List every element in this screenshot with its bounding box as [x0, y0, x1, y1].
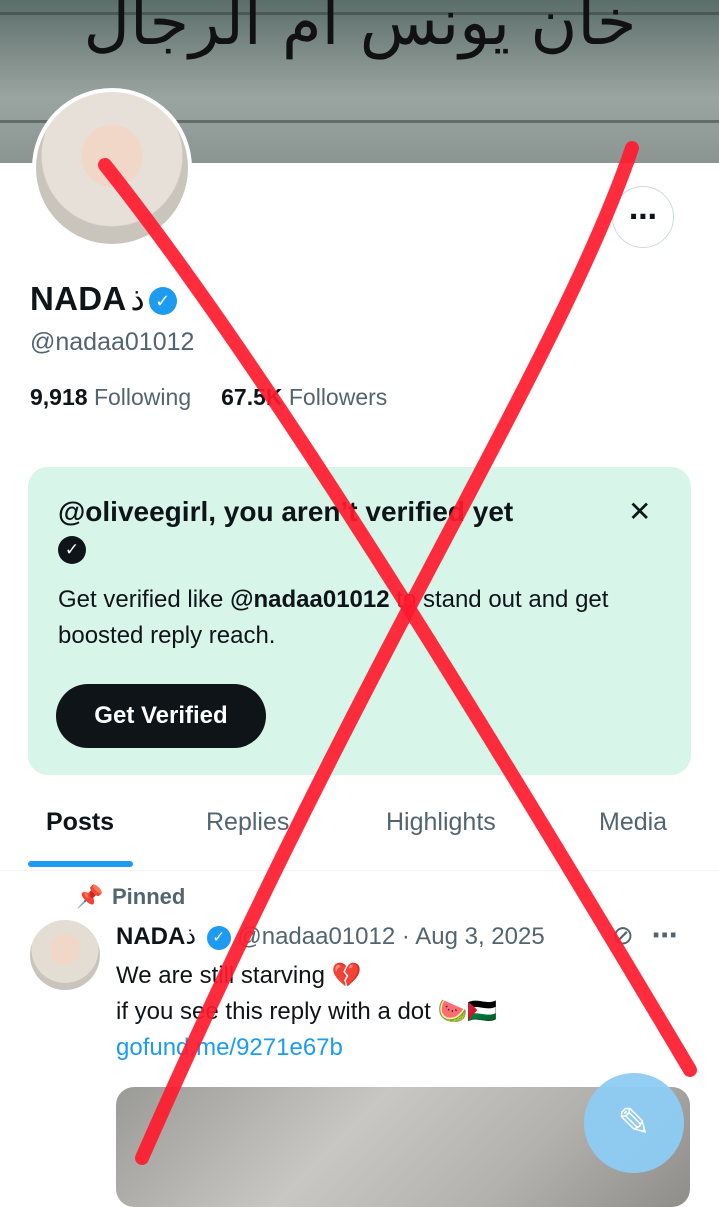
post-date[interactable]: Aug 3, 2025 [415, 923, 544, 950]
name-glyph: ﺫ [130, 281, 145, 317]
post-more-icon[interactable]: ⋯ [652, 920, 678, 950]
verified-check-icon: ✓ [58, 535, 86, 564]
promo-title: @oliveegirl, you aren’t verified yet ✓ [58, 494, 528, 566]
profile-name-text: NADA [30, 280, 127, 317]
followers-link[interactable]: 67.5K Followers [221, 384, 387, 410]
grok-icon[interactable]: ⊘ [612, 920, 634, 950]
promo-body-prefix: Get verified like [58, 586, 231, 613]
post-separator: · [401, 923, 410, 950]
more-options-button[interactable]: ⋯ [612, 186, 674, 248]
following-count: 9,918 [30, 384, 88, 410]
post-author-handle[interactable]: @nadaa01012 [237, 923, 395, 950]
get-verified-button[interactable]: Get Verified [56, 684, 266, 748]
compose-button[interactable]: ✎ [584, 1073, 684, 1173]
banner-text: خان يونس أم الرجال [83, 0, 637, 60]
followers-label: Followers [288, 384, 388, 410]
profile-name: NADA ﺫ ✓ [30, 280, 177, 318]
tab-media[interactable]: Media [599, 808, 667, 837]
post-verified-icon[interactable]: ✓ [206, 925, 231, 950]
pinned-indicator: 📌 Pinned [76, 884, 185, 910]
tab-replies[interactable]: Replies [206, 808, 289, 837]
post-author-avatar[interactable] [30, 920, 100, 990]
post-body: We are still starving 💔 if you see this … [116, 958, 497, 1066]
verified-badge-icon[interactable]: ✓ [148, 287, 177, 316]
more-icon: ⋯ [629, 201, 657, 232]
close-icon: ✕ [628, 496, 652, 527]
profile-stats: 9,918 Following 67.5K Followers [30, 384, 387, 411]
post-header: NADAﺫ ✓ @nadaa01012 · Aug 3, 2025 [116, 922, 545, 951]
close-promo-button[interactable]: ✕ [628, 495, 651, 528]
promo-title-text: @oliveegirl, you aren’t verified yet [58, 496, 514, 527]
following-link[interactable]: 9,918 Following [30, 384, 191, 410]
post-actions: ⊘ ⋯ [612, 920, 678, 951]
followers-count: 67.5K [221, 384, 283, 410]
following-label: Following [93, 384, 192, 410]
pin-icon: 📌 [76, 884, 104, 909]
pinned-label: Pinned [112, 884, 186, 909]
promo-body: Get verified like @nadaa01012 to stand o… [58, 582, 658, 654]
post-link[interactable]: gofund.me/9271e67b [116, 1030, 497, 1066]
tab-posts[interactable]: Posts [46, 808, 114, 837]
promo-body-handle: @nadaa01012 [230, 586, 390, 613]
profile-avatar[interactable] [32, 88, 192, 248]
profile-tabs: Posts Replies Highlights Media [0, 800, 719, 871]
compose-icon: ✎ [617, 1101, 651, 1145]
tab-highlights[interactable]: Highlights [386, 808, 496, 837]
verification-promo-card: @oliveegirl, you aren’t verified yet ✓ ✕… [28, 467, 691, 775]
profile-handle: @nadaa01012 [30, 328, 195, 356]
active-tab-indicator [28, 861, 133, 867]
post-text-line1: We are still starving 💔 [116, 962, 362, 989]
post-text-line2: if you see this reply with a dot 🍉🇵🇸 [116, 998, 498, 1025]
post-author-name[interactable]: NADA [116, 923, 185, 950]
post-name-glyph: ﺫ [185, 923, 197, 950]
